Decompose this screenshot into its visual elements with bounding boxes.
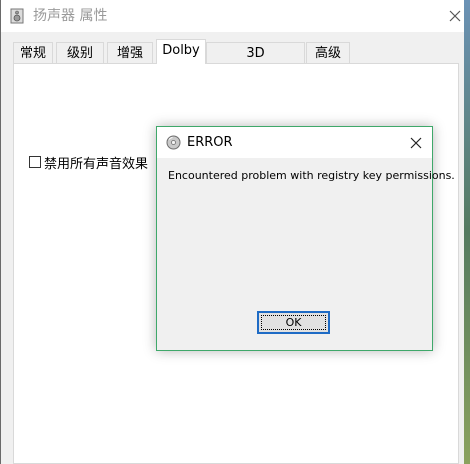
tab-general[interactable]: 常规 (13, 42, 53, 63)
disable-sound-effects-checkbox[interactable] (29, 156, 41, 168)
dialog-titlebar: ERROR (157, 127, 432, 158)
window-titlebar: 扬声器 属性 (1, 0, 470, 32)
tab-3d-headphone[interactable]: 3D Headphone (206, 42, 305, 82)
speaker-properties-icon (10, 8, 25, 24)
ok-focus-rect (261, 315, 326, 330)
disable-sound-effects-label: 禁用所有声音效果 (44, 156, 149, 172)
tab-dolby[interactable]: Dolby (156, 39, 206, 64)
dialog-title: ERROR (187, 135, 233, 150)
tab-enhancements[interactable]: 增强 (107, 42, 153, 63)
close-icon (449, 10, 461, 22)
desktop-background-right (464, 0, 470, 464)
dialog-message: Encountered problem with registry key pe… (168, 169, 455, 182)
tab-levels[interactable]: 级别 (56, 42, 104, 63)
dialog-close-button[interactable] (405, 132, 427, 154)
tab-advanced[interactable]: 高级 (306, 42, 350, 63)
error-dialog: ERROR Encountered problem with registry … (156, 126, 455, 351)
disable-sound-effects-checkbox-row[interactable]: 禁用所有声音效果 (29, 153, 149, 172)
disc-icon (166, 135, 181, 150)
window-title: 扬声器 属性 (33, 8, 108, 24)
ok-button[interactable]: OK (257, 311, 330, 334)
close-icon (410, 137, 422, 149)
